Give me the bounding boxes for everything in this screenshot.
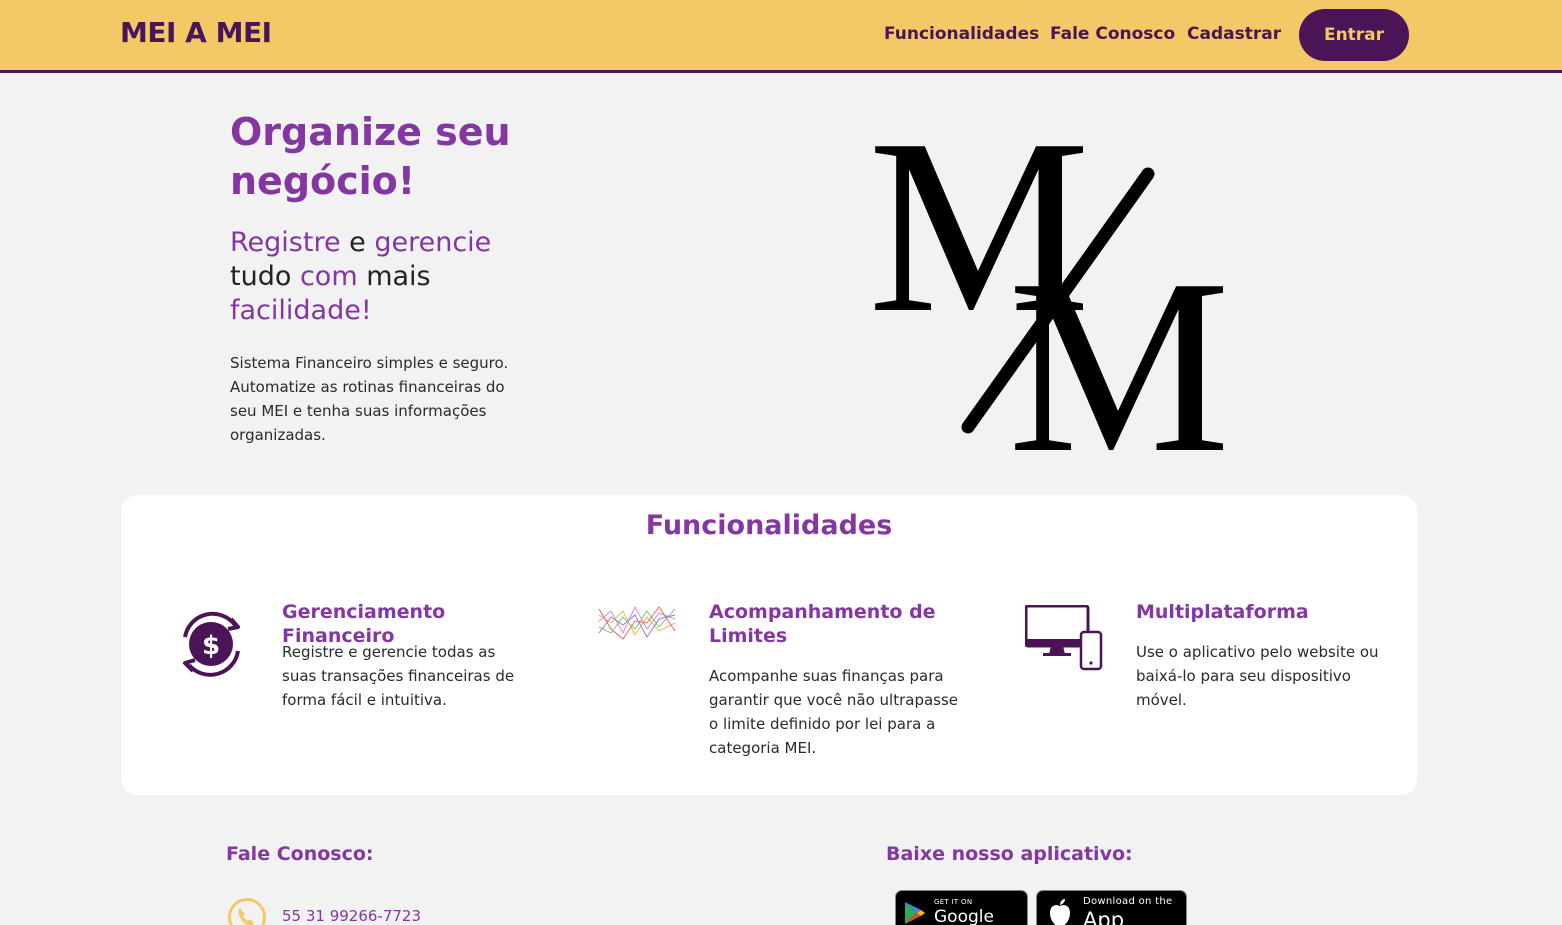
features-title: Funcionalidades: [645, 510, 893, 541]
login-button[interactable]: Entrar: [1299, 9, 1409, 61]
apple-icon: [1050, 899, 1070, 925]
subtitle-part: mais: [357, 261, 431, 292]
google-play-button[interactable]: GET IT ON Google Play: [895, 890, 1028, 925]
contact-title: Fale Conosco:: [226, 843, 374, 865]
nav-link-cadastrar[interactable]: Cadastrar: [1187, 24, 1281, 44]
app-store-button[interactable]: Download on the App Store: [1036, 890, 1187, 925]
subtitle-part: gerencie: [374, 227, 492, 258]
nav-link-fale-conosco[interactable]: Fale Conosco: [1050, 24, 1175, 44]
feature-title: Multiplataforma: [1136, 601, 1309, 623]
subtitle-part: e: [340, 227, 375, 258]
logo-letter-bottom: M: [1008, 228, 1230, 454]
features-section: Funcionalidades $ Gerenciamento Financei…: [121, 495, 1417, 795]
brand-logo-text[interactable]: MEI A MEI: [120, 16, 272, 49]
svg-text:$: $: [202, 631, 220, 661]
google-play-big-text: Google Play: [934, 907, 994, 925]
hero-title: Organize seu negócio!: [230, 110, 511, 203]
app-store-small-text: Download on the: [1083, 896, 1173, 907]
subtitle-part: Registre: [230, 227, 341, 258]
nav-link-funcionalidades[interactable]: Funcionalidades: [884, 24, 1039, 44]
feature-description: Registre e gerencie todas as suas transa…: [282, 643, 515, 709]
devices-icon: [1025, 605, 1103, 671]
google-play-small-text: GET IT ON: [934, 898, 973, 906]
app-store-big-text: App Store: [1083, 908, 1125, 925]
line-chart-icon: [598, 605, 676, 640]
feature-description: Use o aplicativo pelo website ou baixá-l…: [1136, 643, 1379, 709]
app-download-title: Baixe nosso aplicativo:: [886, 843, 1133, 865]
phone-number[interactable]: 55 31 99266-7723: [282, 907, 421, 925]
hero-subtitle: Registre e gerencie tudo com mais facili…: [230, 226, 530, 328]
subtitle-part: tudo: [230, 261, 300, 292]
top-navbar: MEI A MEI Funcionalidades Fale Conosco C…: [0, 0, 1562, 73]
subtitle-part: facilidade!: [230, 295, 372, 326]
hero-description: Sistema Financeiro simples e seguro. Aut…: [230, 354, 509, 444]
feature-description: Acompanhe suas finanças para garantir qu…: [709, 667, 959, 757]
google-play-icon: [905, 902, 925, 924]
money-cycle-icon: $: [183, 611, 240, 677]
phone-icon: [228, 898, 266, 925]
feature-title: Acompanhamento de Limites: [709, 601, 936, 647]
subtitle-part: com: [299, 261, 358, 292]
mm-monogram-logo: M M: [868, 122, 1230, 454]
